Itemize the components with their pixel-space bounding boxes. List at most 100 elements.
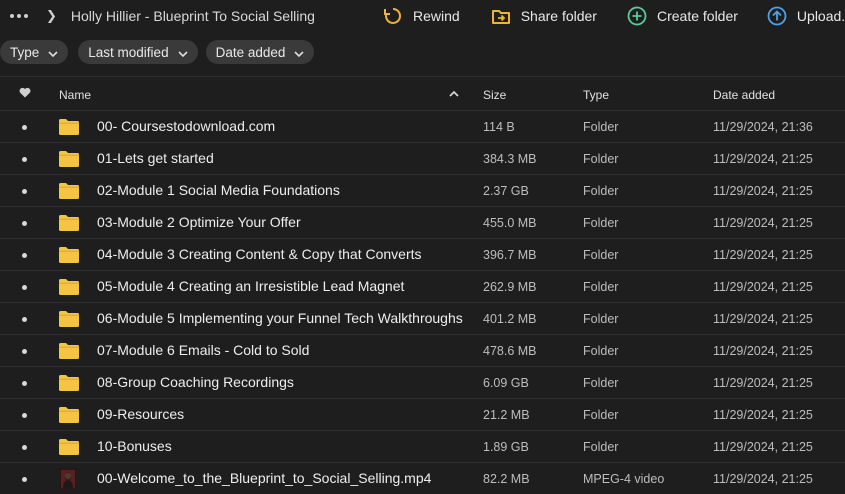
file-date-added: 11/29/2024, 21:25	[713, 344, 813, 358]
file-size: 21.2 MB	[483, 408, 530, 422]
file-type: Folder	[583, 152, 619, 166]
file-name[interactable]: 08-Group Coaching Recordings	[97, 374, 294, 390]
folder-icon	[59, 215, 79, 231]
file-type: Folder	[583, 376, 619, 390]
share-folder-button[interactable]: Share folder	[491, 6, 597, 26]
video-thumbnail-icon	[59, 469, 79, 489]
file-name[interactable]: 07-Module 6 Emails - Cold to Sold	[97, 342, 309, 358]
more-options-icon[interactable]	[10, 14, 32, 18]
column-header-type[interactable]: Type	[583, 88, 609, 102]
table-row[interactable]: 00-Welcome_to_the_Blueprint_to_Social_Se…	[0, 462, 845, 494]
file-date-added: 11/29/2024, 21:25	[713, 440, 813, 454]
table-row[interactable]: 10-Bonuses 1.89 GB Folder 11/29/2024, 21:25	[0, 430, 845, 462]
file-size: 396.7 MB	[483, 248, 537, 262]
file-name[interactable]: 00-Welcome_to_the_Blueprint_to_Social_Se…	[97, 470, 431, 486]
create-folder-label: Create folder	[656, 8, 738, 24]
favorite-heart-icon[interactable]	[19, 87, 31, 101]
row-bullet-icon	[22, 349, 27, 354]
folder-icon	[59, 407, 79, 423]
chevron-right-icon: ❯	[46, 8, 57, 23]
file-type: Folder	[583, 408, 619, 422]
table-row[interactable]: 09-Resources 21.2 MB Folder 11/29/2024, 21:…	[0, 398, 845, 430]
folder-icon	[59, 375, 79, 391]
chevron-down-icon	[294, 45, 304, 60]
column-header-size[interactable]: Size	[483, 88, 506, 102]
divider	[0, 76, 845, 77]
folder-icon	[59, 151, 79, 167]
upload-button[interactable]: Upload...	[767, 6, 845, 26]
table-header: Name Size Type Date added	[0, 79, 845, 110]
row-bullet-icon	[22, 317, 27, 322]
file-name[interactable]: 04-Module 3 Creating Content & Copy that…	[97, 246, 422, 262]
table-row[interactable]: 01-Lets get started 384.3 MB Folder 11/29/2…	[0, 142, 845, 174]
table-row[interactable]: 07-Module 6 Emails - Cold to Sold 478.6 M…	[0, 334, 845, 366]
table-row[interactable]: 02-Module 1 Social Media Foundations 2.37…	[0, 174, 845, 206]
file-type: Folder	[583, 344, 619, 358]
column-header-name[interactable]: Name	[59, 88, 91, 102]
file-date-added: 11/29/2024, 21:25	[713, 472, 813, 486]
file-size: 478.6 MB	[483, 344, 537, 358]
row-bullet-icon	[22, 445, 27, 450]
last-modified-filter[interactable]: Last modified	[78, 40, 198, 64]
file-date-added: 11/29/2024, 21:25	[713, 312, 813, 326]
date-added-filter[interactable]: Date added	[205, 40, 315, 64]
share-folder-icon	[491, 6, 511, 26]
folder-icon	[59, 439, 79, 455]
folder-icon	[59, 183, 79, 199]
file-type: Folder	[583, 120, 619, 134]
upload-icon	[767, 6, 787, 26]
share-folder-label: Share folder	[520, 8, 597, 24]
file-name[interactable]: 02-Module 1 Social Media Foundations	[97, 182, 340, 198]
column-header-date-added[interactable]: Date added	[713, 88, 775, 102]
file-name[interactable]: 01-Lets get started	[97, 150, 214, 166]
row-bullet-icon	[22, 381, 27, 386]
create-folder-button[interactable]: Create folder	[627, 6, 738, 26]
chevron-down-icon	[178, 45, 188, 60]
plus-circle-icon	[627, 6, 647, 26]
upload-label: Upload...	[796, 8, 845, 24]
file-name[interactable]: 06-Module 5 Implementing your Funnel Tec…	[97, 310, 463, 326]
folder-icon	[59, 343, 79, 359]
toolbar-actions: Rewind Share folder Create folder Upload…	[383, 0, 845, 32]
file-date-added: 11/29/2024, 21:25	[713, 280, 813, 294]
file-name[interactable]: 10-Bonuses	[97, 438, 172, 454]
table-row[interactable]: 06-Module 5 Implementing your Funnel Tec…	[0, 302, 845, 334]
file-name[interactable]: 05-Module 4 Creating an Irresistible Lea…	[97, 278, 404, 294]
table-row[interactable]: 04-Module 3 Creating Content & Copy that…	[0, 238, 845, 270]
breadcrumb-current-folder[interactable]: Holly Hillier - Blueprint To Social Sell…	[71, 8, 315, 24]
file-type: Folder	[583, 248, 619, 262]
row-bullet-icon	[22, 253, 27, 258]
rewind-button[interactable]: Rewind	[383, 6, 460, 26]
file-type: Folder	[583, 280, 619, 294]
file-size: 114 B	[483, 120, 515, 134]
row-bullet-icon	[22, 157, 27, 162]
table-row[interactable]: 00- Coursestodownload.com 114 B Folder 11/2…	[0, 110, 845, 142]
row-bullet-icon	[22, 125, 27, 130]
type-filter-label: Type	[10, 44, 40, 60]
file-date-added: 11/29/2024, 21:25	[713, 408, 813, 422]
file-name[interactable]: 00- Coursestodownload.com	[97, 118, 275, 134]
file-type: Folder	[583, 216, 619, 230]
file-type: Folder	[583, 312, 619, 326]
file-size: 401.2 MB	[483, 312, 537, 326]
file-size: 455.0 MB	[483, 216, 537, 230]
filter-bar: Type Last modified Date added	[0, 40, 315, 64]
table-row[interactable]: 08-Group Coaching Recordings 6.09 GB Folde…	[0, 366, 845, 398]
type-filter[interactable]: Type	[0, 40, 69, 64]
date-added-filter-label: Date added	[215, 44, 286, 60]
chevron-down-icon	[48, 45, 58, 60]
file-name[interactable]: 03-Module 2 Optimize Your Offer	[97, 214, 301, 230]
rewind-icon	[383, 6, 403, 26]
folder-icon	[59, 279, 79, 295]
table-row[interactable]: 03-Module 2 Optimize Your Offer 455.0 MB F…	[0, 206, 845, 238]
file-name[interactable]: 09-Resources	[97, 406, 184, 422]
rewind-label: Rewind	[413, 8, 460, 24]
file-date-added: 11/29/2024, 21:25	[713, 152, 813, 166]
row-bullet-icon	[22, 189, 27, 194]
last-modified-filter-label: Last modified	[88, 44, 169, 60]
file-size: 1.89 GB	[483, 440, 529, 454]
table-row[interactable]: 05-Module 4 Creating an Irresistible Lea…	[0, 270, 845, 302]
file-date-added: 11/29/2024, 21:25	[713, 376, 813, 390]
sort-ascending-icon[interactable]	[449, 86, 459, 100]
top-toolbar: ❯ Holly Hillier - Blueprint To Social Se…	[0, 0, 845, 32]
